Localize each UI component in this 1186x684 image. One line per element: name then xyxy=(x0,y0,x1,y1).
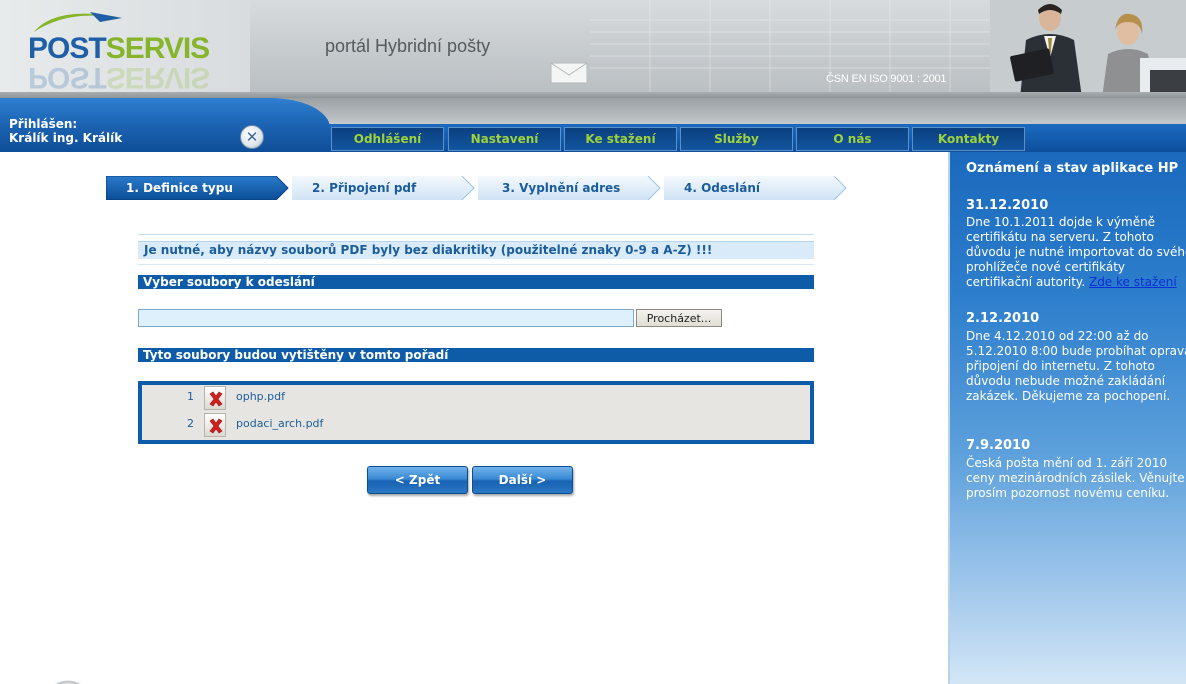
logo-reflection: POSTSERVIS xyxy=(28,61,210,94)
file-order-number: 2 xyxy=(187,417,194,430)
news-body: Česká pošta mění od 1. září 2010 ceny me… xyxy=(966,456,1185,500)
browse-button[interactable]: Procházet... xyxy=(636,309,722,327)
news-date: 31.12.2010 xyxy=(966,198,1049,213)
step-1-label: 1. Definice typu xyxy=(126,181,233,195)
file-row: 2 podaci_arch.pdf xyxy=(142,413,810,437)
print-order-heading: Tyto soubory budou vytištěny v tomto poř… xyxy=(138,348,814,362)
delete-x-icon xyxy=(209,418,223,434)
file-row: 1 ophp.pdf xyxy=(142,386,810,410)
nav-contacts[interactable]: Kontakty xyxy=(912,127,1025,151)
logo-reflection-servis: SERVIS xyxy=(105,61,210,94)
iso-certification: ČSN EN ISO 9001 : 2001 xyxy=(826,73,947,85)
nav-services[interactable]: Služby xyxy=(680,127,793,151)
news-text: Česká pošta mění od 1. září 2010 ceny me… xyxy=(966,456,1186,501)
news-text: Dne 4.12.2010 od 22:00 až do 5.12.2010 8… xyxy=(966,329,1186,404)
step-2-label: 2. Připojení pdf xyxy=(312,181,417,195)
corner-decoration xyxy=(55,680,81,684)
step-3-label: 3. Vyplnění adres xyxy=(502,181,621,195)
file-name[interactable]: ophp.pdf xyxy=(236,390,285,403)
page: POSTSERVIS POSTSERVIS portál Hybridní po… xyxy=(0,0,1186,684)
next-button[interactable]: Další > xyxy=(472,466,573,494)
logo-text: POSTSERVIS xyxy=(28,34,210,64)
announcements-sidebar: Oznámení a stav aplikace HP 31.12.2010 D… xyxy=(948,152,1186,684)
login-panel: Přihlášen: Králík ing. Králík xyxy=(0,98,330,152)
notice-rule-bottom xyxy=(138,264,814,265)
logo-reflection-post: POST xyxy=(28,61,106,94)
nav-settings[interactable]: Nastavení xyxy=(448,127,561,151)
news-date: 7.9.2010 xyxy=(966,438,1031,453)
header: POSTSERVIS POSTSERVIS portál Hybridní po… xyxy=(0,0,1186,98)
delete-file-button[interactable] xyxy=(204,386,226,410)
envelope-icon xyxy=(550,62,588,84)
portal-title: portál Hybridní pošty xyxy=(325,36,491,56)
step-4-label: 4. Odeslání xyxy=(684,181,761,195)
nav-top-strip xyxy=(250,98,1186,124)
nav-downloads[interactable]: Ke stažení xyxy=(564,127,677,151)
file-path-input[interactable] xyxy=(138,309,634,327)
sidebar-title: Oznámení a stav aplikace HP xyxy=(966,161,1179,176)
header-decoration xyxy=(590,0,1010,98)
logo[interactable]: POSTSERVIS POSTSERVIS xyxy=(0,0,250,98)
news-text: Dne 10.1.2011 dojde k výměně certifikátu… xyxy=(966,215,1186,290)
select-files-heading: Vyber soubory k odeslání xyxy=(138,275,814,289)
file-order-number: 1 xyxy=(187,390,194,403)
delete-file-button[interactable] xyxy=(204,413,226,437)
login-label: Přihlášen: xyxy=(9,117,78,131)
login-user-name: Králík ing. Králík xyxy=(9,131,123,145)
nav-about[interactable]: O nás xyxy=(796,127,909,151)
delete-x-icon xyxy=(209,391,223,407)
diacritics-notice: Je nutné, aby názvy souborů PDF byly bez… xyxy=(138,241,814,259)
back-button[interactable]: < Zpět xyxy=(367,466,468,494)
notice-rule-top xyxy=(138,234,814,235)
news-body: Dne 4.12.2010 od 22:00 až do 5.12.2010 8… xyxy=(966,329,1186,403)
news-date: 2.12.2010 xyxy=(966,311,1040,326)
file-list: 1 ophp.pdf 2 podaci_arch.pdf xyxy=(138,381,814,444)
logout-close-icon[interactable]: ✕ xyxy=(240,125,264,149)
download-link[interactable]: Zde ke stažení xyxy=(1089,275,1177,289)
file-name[interactable]: podaci_arch.pdf xyxy=(236,417,323,430)
nav-logout[interactable]: Odhlášení xyxy=(331,127,444,151)
business-people-image xyxy=(990,0,1186,98)
